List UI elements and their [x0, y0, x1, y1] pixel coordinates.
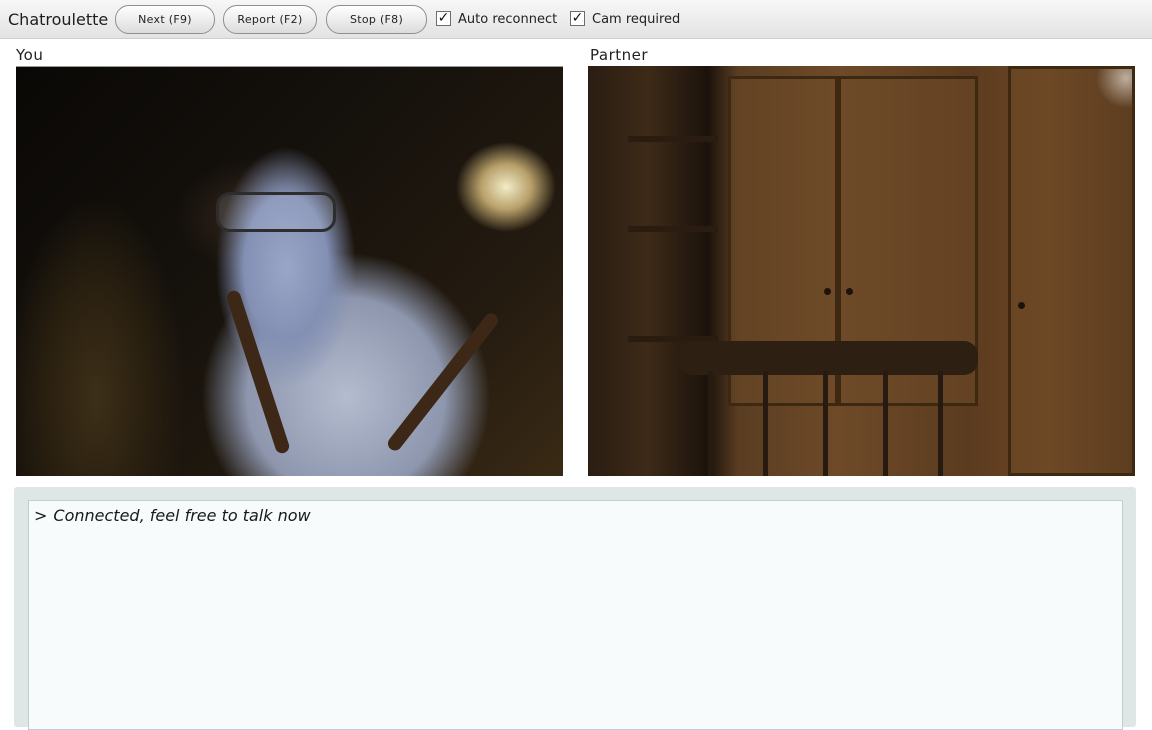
- auto-reconnect-toggle[interactable]: ✓ Auto reconnect: [436, 11, 562, 29]
- chair-spindle: [938, 371, 943, 476]
- report-button[interactable]: Report (F2): [223, 5, 317, 34]
- chat-log[interactable]: > Connected, feel free to talk now: [28, 500, 1123, 730]
- shelf-shape: [628, 226, 718, 232]
- next-button[interactable]: Next (F9): [115, 5, 215, 34]
- door-knob: [1018, 302, 1025, 309]
- you-video: [16, 66, 563, 476]
- braid-left-shape: [225, 288, 291, 456]
- shelf-shape: [628, 136, 718, 142]
- auto-reconnect-checkbox-icon[interactable]: ✓: [436, 11, 451, 26]
- cabinet-knob: [846, 288, 853, 295]
- chat-message: > Connected, feel free to talk now: [34, 506, 311, 525]
- chat-message-text: Connected, feel free to talk now: [53, 506, 311, 525]
- app-title: Chatroulette: [8, 10, 109, 29]
- chair-spindle: [708, 371, 713, 476]
- chair-spindle: [883, 371, 888, 476]
- cabinet-knob: [824, 288, 831, 295]
- you-label: You: [16, 46, 44, 64]
- cam-required-checkbox-icon[interactable]: ✓: [570, 11, 585, 26]
- cam-required-label: Cam required: [592, 12, 681, 27]
- top-toolbar: Chatroulette Next (F9) Report (F2) Stop …: [0, 0, 1152, 39]
- cam-required-toggle[interactable]: ✓ Cam required: [570, 11, 685, 29]
- chair-spindle: [823, 371, 828, 476]
- partner-video: [588, 66, 1135, 476]
- braid-right-shape: [385, 310, 501, 454]
- partner-label: Partner: [590, 46, 649, 64]
- stop-button[interactable]: Stop (F8): [326, 5, 427, 34]
- chat-prompt: >: [34, 506, 48, 525]
- room-door: [1008, 66, 1135, 476]
- auto-reconnect-label: Auto reconnect: [458, 12, 558, 27]
- chair-back-shape: [678, 341, 978, 375]
- chair-spindle: [763, 371, 768, 476]
- glasses-shape: [216, 192, 336, 232]
